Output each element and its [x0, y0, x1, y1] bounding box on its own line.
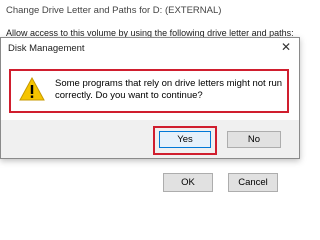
- no-button[interactable]: No: [227, 131, 281, 148]
- dialog-message: Some programs that rely on drive letters…: [55, 78, 283, 101]
- dialog-title: Disk Management: [8, 43, 85, 54]
- ok-button[interactable]: OK: [163, 173, 213, 192]
- warning-icon: [19, 77, 45, 101]
- disk-management-dialog: Disk Management ✕ Some programs that rel…: [0, 37, 300, 159]
- window-title: Change Drive Letter and Paths for D: (EX…: [6, 5, 222, 16]
- close-icon[interactable]: ✕: [281, 41, 291, 53]
- yes-button[interactable]: Yes: [159, 131, 211, 148]
- message-highlight: Some programs that rely on drive letters…: [9, 69, 289, 113]
- cancel-button[interactable]: Cancel: [228, 173, 278, 192]
